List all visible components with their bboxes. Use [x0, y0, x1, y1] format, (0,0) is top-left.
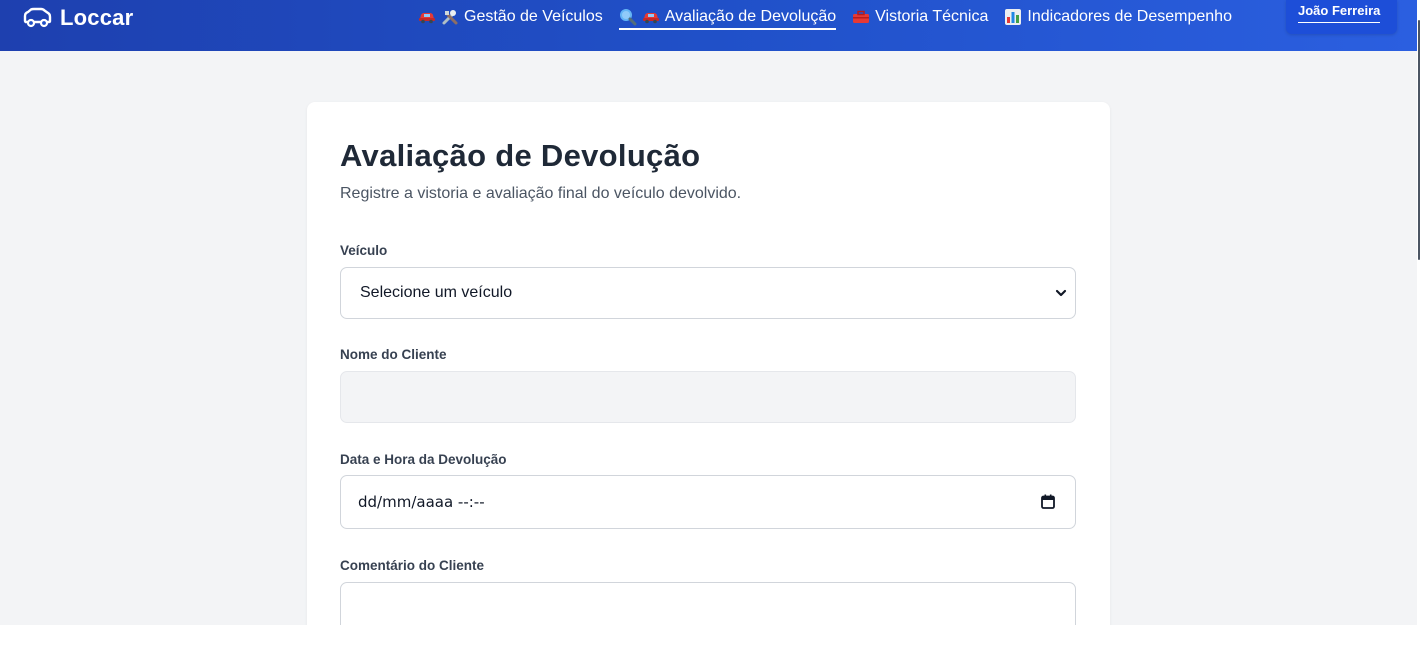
toolbox-icon	[852, 10, 870, 24]
top-navbar: Loccar Gestão de Veículos Avaliação de D…	[0, 0, 1417, 51]
bottom-blank-area	[0, 625, 1421, 653]
client-comment-label: Comentário do Cliente	[340, 558, 485, 573]
brand-logo[interactable]: Loccar	[22, 4, 133, 32]
client-comment-textarea[interactable]	[340, 582, 1076, 625]
bar-chart-icon	[1004, 8, 1022, 26]
chevron-down-icon	[1055, 289, 1067, 297]
nav-link-label: Avaliação de Devolução	[664, 8, 837, 25]
vehicle-select-value: Selecione um veículo	[360, 284, 513, 301]
tools-icon	[441, 8, 459, 26]
user-menu[interactable]: João Ferreira	[1286, 0, 1397, 34]
nav-link-vistoria-tecnica[interactable]: Vistoria Técnica	[852, 8, 988, 26]
page-viewport: Loccar Gestão de Veículos Avaliação de D…	[0, 0, 1417, 625]
car-icon	[642, 10, 660, 24]
page-subtitle: Registre a vistoria e avaliação final do…	[340, 185, 742, 202]
vertical-scrollbar[interactable]	[1417, 0, 1421, 625]
vehicle-label: Veículo	[340, 243, 388, 258]
nav-link-label: Vistoria Técnica	[875, 8, 989, 25]
nav-link-gestao-veiculos[interactable]: Gestão de Veículos	[418, 8, 603, 26]
nav-link-avaliacao-devolucao[interactable]: Avaliação de Devolução	[618, 8, 837, 30]
car-outline-icon	[23, 7, 52, 28]
user-name: João Ferreira	[1298, 3, 1381, 23]
client-name-field[interactable]	[340, 371, 1076, 423]
nav-link-indicadores[interactable]: Indicadores de Desempenho	[1004, 8, 1232, 26]
nav-link-label: Gestão de Veículos	[464, 8, 603, 25]
car-icon	[418, 10, 436, 24]
client-name-label: Nome do Cliente	[340, 347, 447, 362]
return-datetime-value: dd/mm/aaaa --:--	[358, 493, 485, 511]
magnifier-icon	[619, 8, 637, 26]
scrollbar-thumb[interactable]	[1418, 20, 1420, 260]
page-title: Avaliação de Devolução	[340, 138, 701, 173]
return-datetime-label: Data e Hora da Devolução	[340, 452, 507, 467]
brand-name: Loccar	[60, 5, 134, 30]
return-datetime-input[interactable]: dd/mm/aaaa --:--	[340, 475, 1076, 529]
vehicle-select[interactable]: Selecione um veículo	[340, 267, 1076, 319]
main-nav: Gestão de Veículos Avaliação de Devoluçã…	[418, 5, 1232, 30]
nav-link-label: Indicadores de Desempenho	[1027, 8, 1232, 25]
calendar-icon[interactable]	[1041, 494, 1055, 509]
return-evaluation-card: Avaliação de Devolução Registre a vistor…	[307, 102, 1110, 625]
